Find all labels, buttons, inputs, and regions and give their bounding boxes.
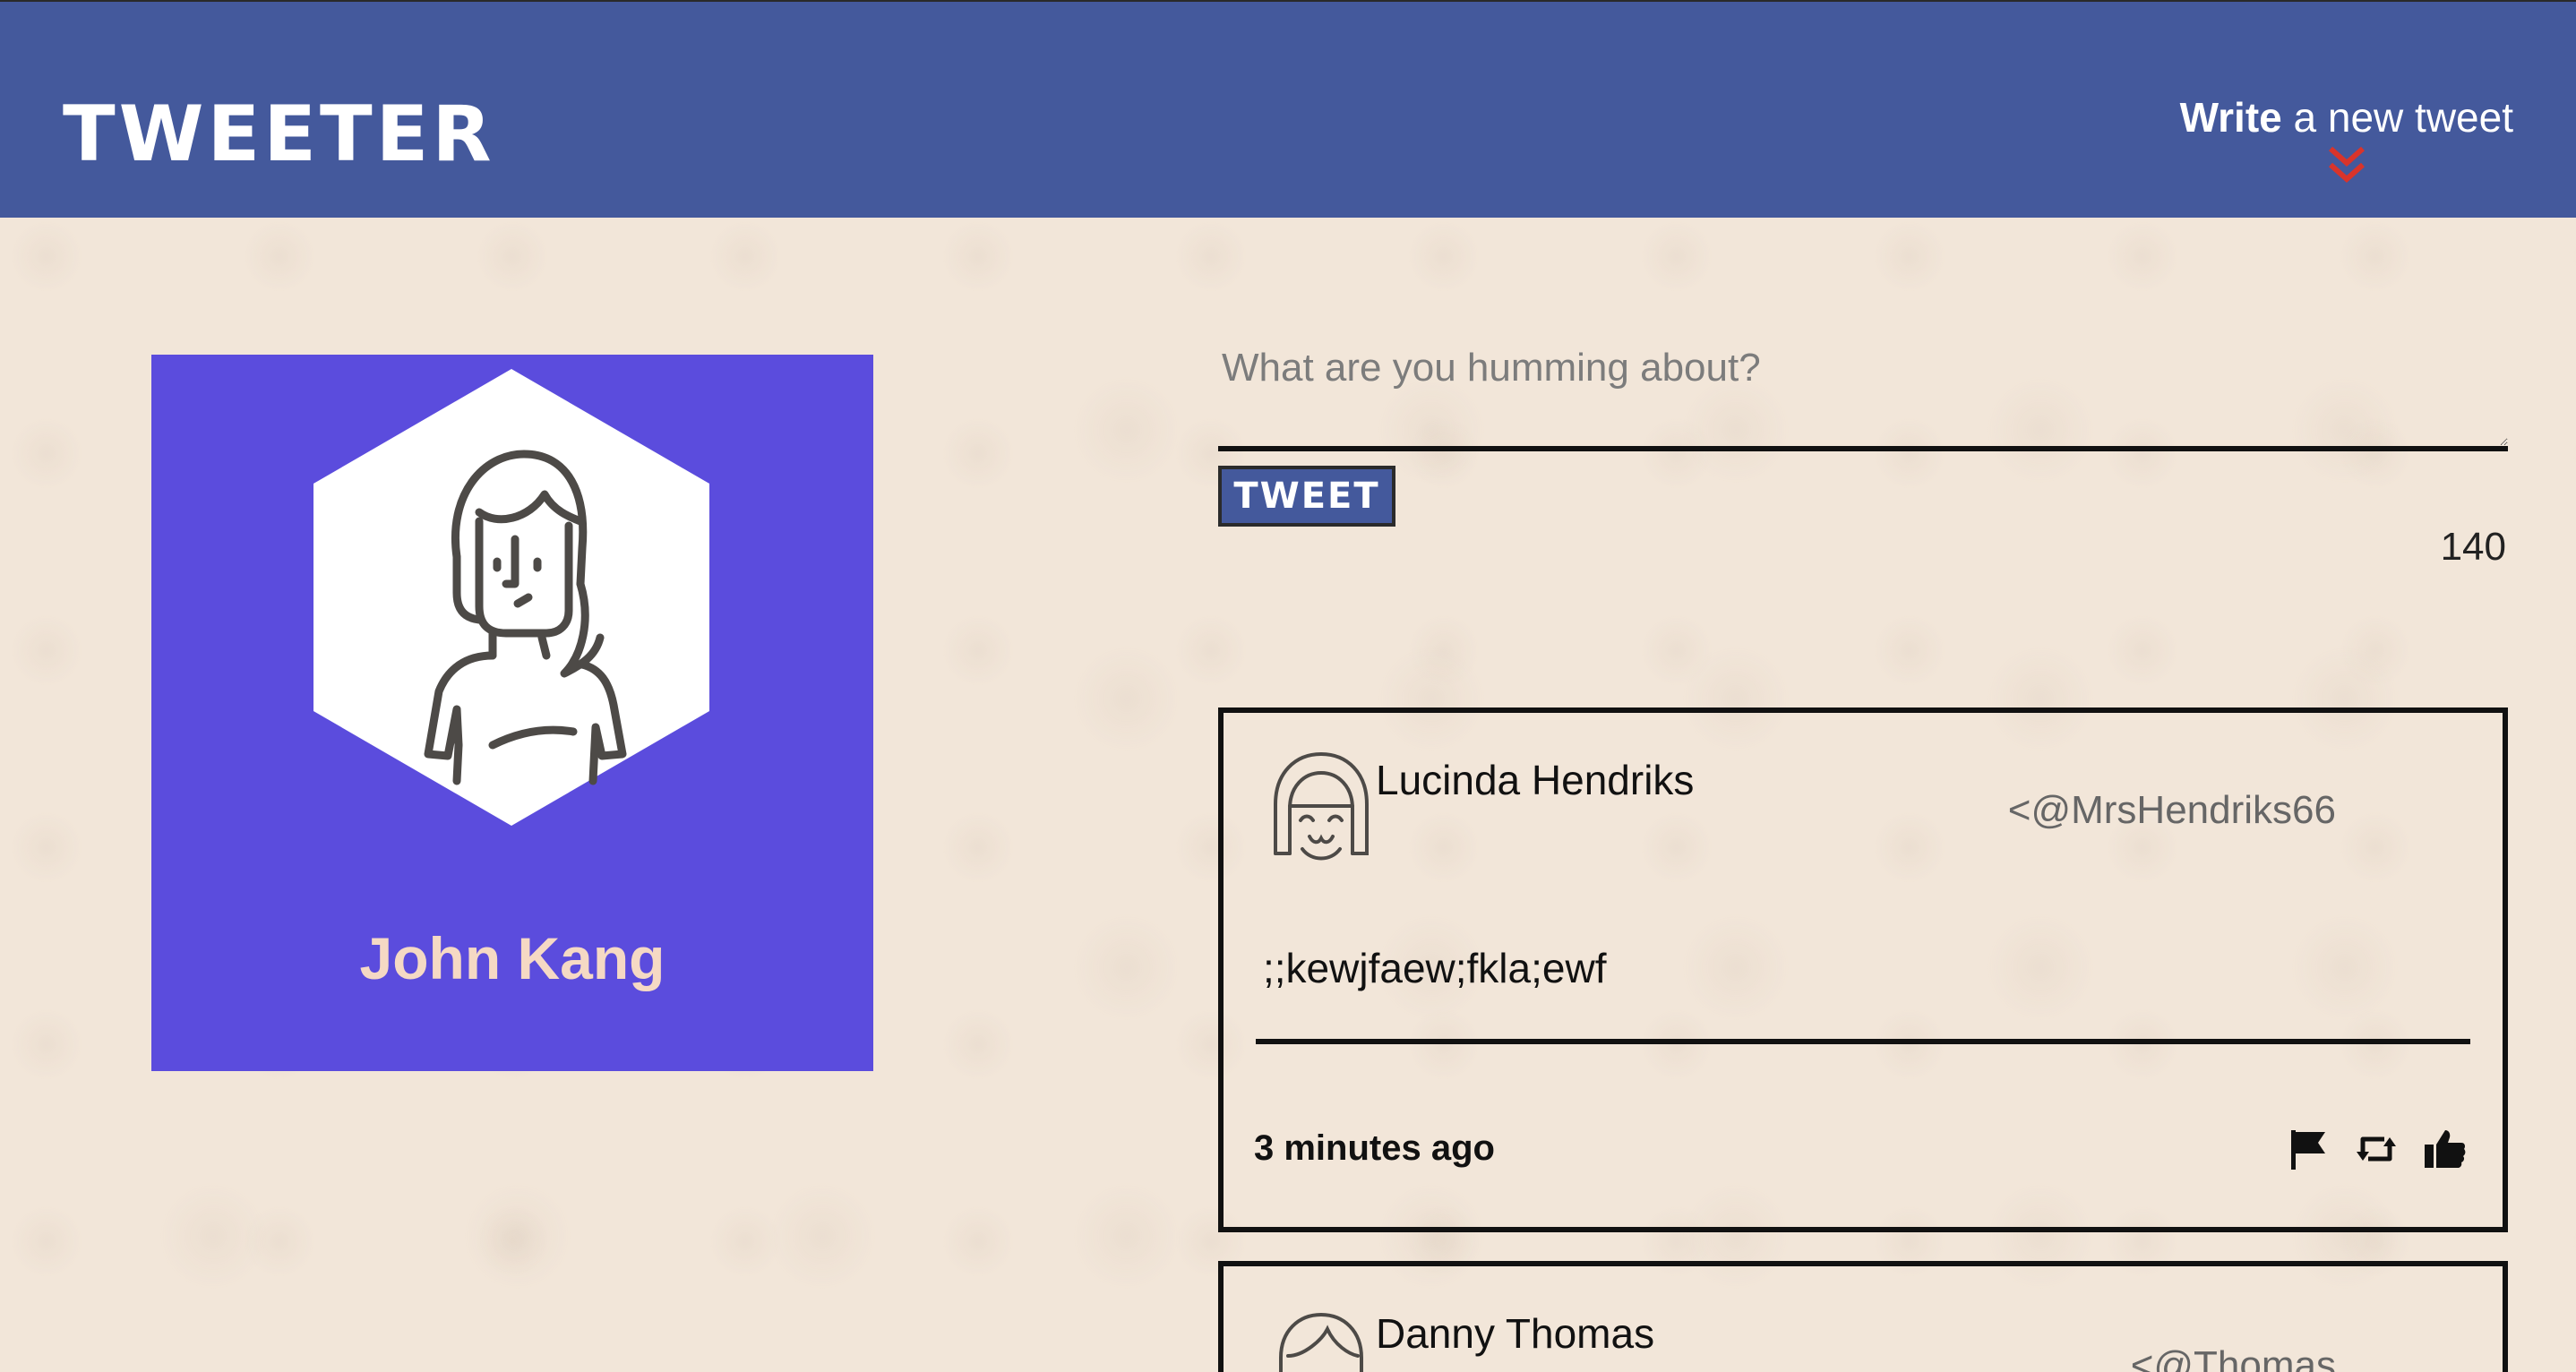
profile-name: John Kang [359,925,665,991]
boy-avatar-icon [1279,1312,1363,1372]
tweet-actions [2286,1127,2467,1171]
retweet-icon[interactable] [2354,1127,2399,1171]
tweet-card: Danny Thomas <@Thomas [1218,1261,2508,1372]
woman-avatar-icon [313,369,709,826]
tweet-text: ;;kewjfaew;fkla;ewf [1263,945,1607,991]
tweet-input[interactable] [1218,339,2508,451]
double-chevron-down-icon[interactable] [2325,145,2368,186]
tweet-divider [1256,1039,2470,1044]
compose-toggle-label: Write a new tweet [2179,94,2513,141]
tweet-author-handle: <@Thomas [2130,1343,2336,1372]
compose-form: TWEET 140 [1218,339,2508,569]
tweet-timestamp: 3 minutes ago [1254,1128,1495,1168]
profile-card: John Kang [151,355,873,1071]
tweet-author-name: Danny Thomas [1376,1310,1655,1357]
brand-logo: Tweeter [63,90,495,179]
tweet-card: Lucinda Hendriks <@MrsHendriks66 ;;kewjf… [1218,707,2508,1232]
top-nav: Tweeter Write a new tweet [0,0,2576,218]
tweet-author-handle: <@MrsHendriks66 [2007,788,2336,832]
write-new-tweet-toggle[interactable]: Write a new tweet [2180,93,2513,186]
tweet-author-name: Lucinda Hendriks [1376,757,1695,803]
like-icon[interactable] [2422,1127,2467,1171]
char-counter: 140 [2440,525,2506,569]
tweet-submit-button[interactable]: TWEET [1218,466,1395,527]
girl-avatar-icon [1274,751,1369,861]
flag-icon[interactable] [2286,1127,2331,1171]
